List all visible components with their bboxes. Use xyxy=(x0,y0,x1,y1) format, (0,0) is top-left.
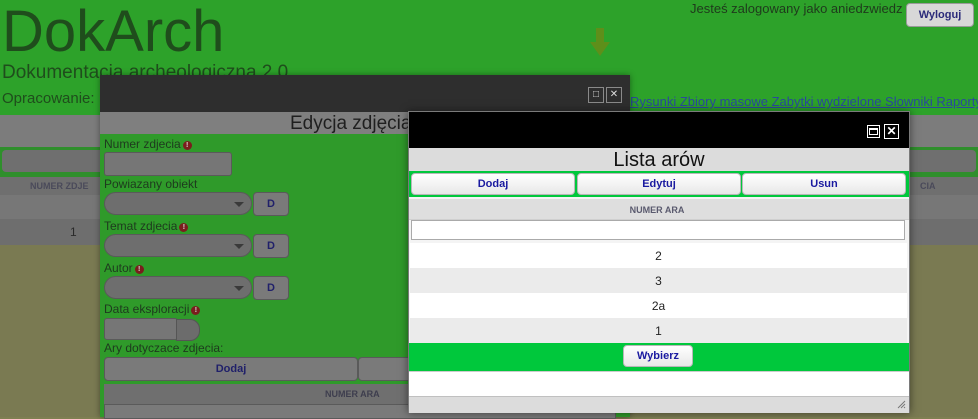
ar-list-dialog: ✕ Lista arów Dodaj Edytuj Usun NUMER ARA… xyxy=(408,111,910,413)
empty-area xyxy=(409,371,909,397)
table-row[interactable]: 2 xyxy=(410,243,907,268)
dialog-titlebar xyxy=(100,75,630,112)
add-button[interactable]: Dodaj xyxy=(411,173,575,195)
author-d-button[interactable]: D xyxy=(253,276,289,300)
author-label: Opracowanie: xyxy=(2,90,95,107)
main-menu[interactable]: Rysunki Zbiory masowe Zabytki wydzielone… xyxy=(630,94,978,109)
table-row[interactable]: 1 xyxy=(410,318,907,343)
resize-grip-icon[interactable] xyxy=(896,399,906,409)
linked-object-d-button[interactable]: D xyxy=(253,192,289,216)
filter-input[interactable] xyxy=(411,220,905,240)
author-field-label: Autor! xyxy=(104,261,144,275)
background-column-header: NUMER ZDJE xyxy=(30,181,89,191)
maximize-icon[interactable] xyxy=(867,125,880,138)
photo-subject-d-button[interactable]: D xyxy=(253,234,289,258)
ars-label: Ary dotyczace zdjecia: xyxy=(104,341,224,355)
table-row[interactable]: 3 xyxy=(410,268,907,293)
app-logo: DokArch xyxy=(2,0,225,64)
photo-subject-label: Temat zdjecia! xyxy=(104,219,189,233)
dialog-heading: Edycja zdjęcia xyxy=(290,113,412,134)
exploration-date-input[interactable] xyxy=(104,318,178,340)
background-column-header-right: CIA xyxy=(920,181,936,191)
exploration-date-label: Data eksploracji! xyxy=(104,302,201,316)
author-select[interactable] xyxy=(104,276,252,299)
close-icon[interactable]: ✕ xyxy=(606,87,622,103)
photo-number-input[interactable] xyxy=(104,152,232,176)
table-row[interactable]: 2a xyxy=(410,293,907,318)
required-icon: ! xyxy=(182,141,192,150)
chevron-down-icon xyxy=(234,202,244,207)
required-icon: ! xyxy=(179,223,189,232)
linked-object-select[interactable] xyxy=(104,192,252,215)
table-cell: 1 xyxy=(70,225,77,239)
dialog-titlebar xyxy=(409,112,909,148)
maximize-icon[interactable]: □ xyxy=(588,87,604,103)
calendar-icon[interactable] xyxy=(176,319,200,341)
photo-subject-select[interactable] xyxy=(104,234,252,257)
add-ar-button[interactable]: Dodaj xyxy=(104,357,358,381)
edit-button[interactable]: Edytuj xyxy=(577,173,741,195)
required-icon: ! xyxy=(134,265,144,274)
close-icon[interactable]: ✕ xyxy=(884,124,899,139)
logout-button[interactable]: Wyloguj xyxy=(906,3,974,27)
ar-column-header: NUMER ARA xyxy=(325,389,380,399)
user-status: Jesteś zalogowany jako aniedzwiedz xyxy=(690,1,903,16)
column-header-numer-ara: NUMER ARA xyxy=(629,205,685,215)
status-bar xyxy=(409,396,909,413)
delete-button[interactable]: Usun xyxy=(742,173,906,195)
photo-number-label: Numer zdjecia! xyxy=(104,137,192,151)
select-button[interactable]: Wybierz xyxy=(623,345,693,367)
dialog-heading: Lista arów xyxy=(613,149,705,171)
chevron-down-icon xyxy=(234,244,244,249)
download-arrow-icon xyxy=(590,28,610,56)
chevron-down-icon xyxy=(234,286,244,291)
required-icon: ! xyxy=(191,306,201,315)
linked-object-label: Powiazany obiekt xyxy=(104,177,198,191)
